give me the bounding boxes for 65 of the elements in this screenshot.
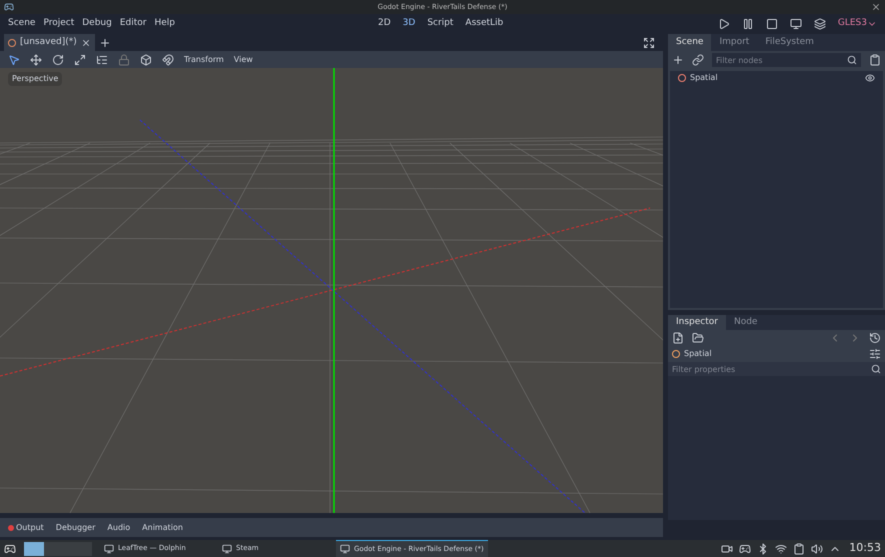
close-icon[interactable] bbox=[80, 38, 91, 48]
cube-icon[interactable] bbox=[140, 54, 152, 66]
pause-icon[interactable] bbox=[742, 18, 754, 30]
select-icon[interactable] bbox=[8, 54, 20, 66]
viewport-menu[interactable]: Transform bbox=[184, 54, 224, 66]
search-icon bbox=[847, 55, 857, 65]
workspace-button[interactable]: 3D bbox=[402, 17, 416, 31]
menu-item[interactable]: Editor bbox=[120, 17, 146, 31]
workspace-button[interactable]: Script bbox=[427, 17, 454, 31]
bottom-tab[interactable]: Debugger bbox=[56, 522, 96, 534]
play-icon[interactable] bbox=[718, 18, 730, 30]
link-icon[interactable] bbox=[692, 54, 704, 66]
snap-icon[interactable] bbox=[162, 54, 174, 66]
close-icon[interactable] bbox=[871, 2, 881, 12]
visibility-icon[interactable] bbox=[865, 73, 875, 83]
script-icon[interactable] bbox=[869, 54, 881, 66]
move-icon[interactable] bbox=[30, 54, 42, 66]
bottom-tab[interactable]: Audio bbox=[107, 522, 130, 534]
menu-item[interactable]: Debug bbox=[82, 17, 112, 31]
window-icon bbox=[340, 544, 350, 554]
camera-icon[interactable] bbox=[721, 542, 734, 554]
app-icon[interactable] bbox=[4, 2, 14, 12]
scale-icon[interactable] bbox=[74, 54, 86, 66]
menu-item[interactable]: Help bbox=[154, 17, 176, 31]
window-icon bbox=[222, 544, 232, 554]
new-resource-icon[interactable] bbox=[672, 332, 684, 344]
workspace-button[interactable]: AssetLib bbox=[465, 17, 504, 31]
menu-item[interactable]: Scene bbox=[8, 17, 36, 31]
tab[interactable]: Scene bbox=[668, 34, 712, 51]
clock: 10:53 bbox=[849, 540, 881, 556]
document-tab[interactable]: [unsaved](*) bbox=[4, 34, 95, 51]
tree-item[interactable]: Spatial bbox=[670, 71, 883, 85]
lock-icon[interactable] bbox=[118, 54, 130, 66]
bottom-tab[interactable]: Output bbox=[8, 522, 44, 534]
gamepad-icon[interactable] bbox=[739, 542, 752, 554]
filter-properties-field[interactable]: Filter properties bbox=[668, 362, 885, 376]
search-icon bbox=[871, 364, 881, 374]
node-name: Spatial bbox=[684, 348, 713, 360]
wifi-icon[interactable] bbox=[775, 542, 788, 554]
viewport[interactable]: Perspective bbox=[0, 68, 663, 513]
renderer-dropdown[interactable]: GLES3 bbox=[838, 17, 877, 31]
volume-icon[interactable] bbox=[811, 542, 824, 554]
fullscreen-icon[interactable] bbox=[643, 36, 655, 48]
menu-item[interactable]: Project bbox=[43, 17, 74, 31]
bottom-tab[interactable]: Animation bbox=[142, 522, 183, 534]
rotate-icon[interactable] bbox=[52, 54, 64, 66]
history-icon[interactable] bbox=[869, 332, 881, 344]
add-tab-icon[interactable] bbox=[98, 36, 111, 48]
window-icon bbox=[104, 544, 114, 554]
open-folder-icon[interactable] bbox=[692, 332, 704, 344]
pager-drawing[interactable] bbox=[24, 542, 92, 556]
filter-nodes-field[interactable]: Filter nodes bbox=[712, 53, 861, 67]
tab[interactable]: Inspector bbox=[668, 315, 726, 330]
node-icon bbox=[672, 350, 680, 358]
clipboard-icon[interactable] bbox=[793, 542, 806, 554]
viewport-menu[interactable]: View bbox=[234, 54, 253, 66]
stop-icon[interactable] bbox=[766, 18, 778, 30]
launcher-icon[interactable] bbox=[4, 542, 16, 554]
node-icon bbox=[678, 74, 686, 82]
workspace-button[interactable]: 2D bbox=[378, 17, 391, 31]
node-icon bbox=[8, 38, 16, 46]
properties-icon[interactable] bbox=[869, 348, 881, 360]
list-icon[interactable] bbox=[96, 54, 108, 66]
perspective-button[interactable]: Perspective bbox=[8, 72, 62, 86]
add-node-icon[interactable] bbox=[672, 54, 684, 66]
